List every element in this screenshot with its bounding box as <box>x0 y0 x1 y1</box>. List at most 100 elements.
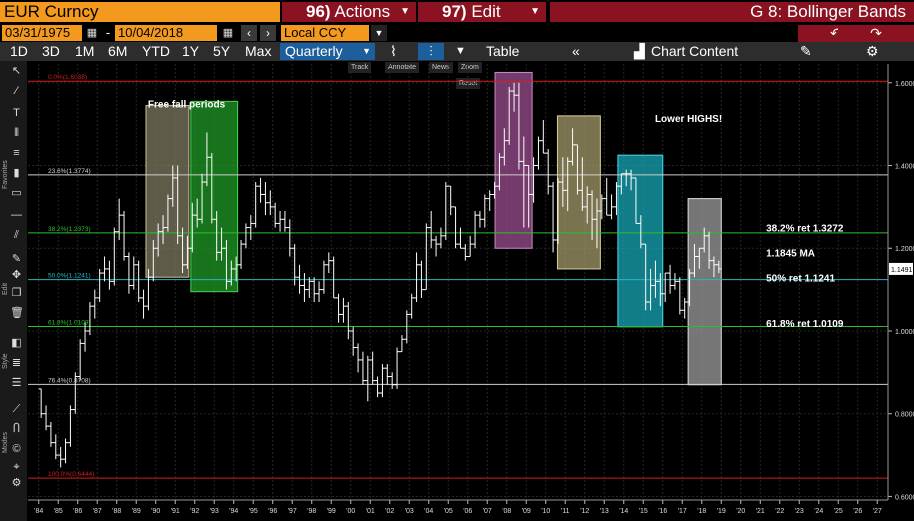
x-tick-label: '11 <box>561 508 570 515</box>
ohlc-bar <box>443 182 449 240</box>
ohlc-bar <box>301 273 307 303</box>
x-tick-label: '90 <box>151 508 160 515</box>
ohlc-bar <box>262 182 268 216</box>
ohlc-bar <box>258 177 264 203</box>
ohlc-bar <box>457 227 463 249</box>
x-tick-label: '88 <box>112 508 121 515</box>
ohlc-bar <box>316 281 322 303</box>
ohlc-bar <box>467 235 473 258</box>
ohlc-bar <box>550 182 556 253</box>
fib-level-label: 61.8%(1.0109) <box>48 319 91 326</box>
ohlc-bar <box>545 148 551 195</box>
ohlc-bar <box>38 388 44 418</box>
x-tick-label: '08 <box>502 508 511 515</box>
ohlc-bar <box>287 219 293 257</box>
x-tick-label: '07 <box>483 508 492 515</box>
ohlc-bar <box>238 239 244 269</box>
ohlc-bar <box>311 277 317 303</box>
ohlc-bar <box>360 351 366 385</box>
ohlc-bar <box>267 190 273 216</box>
ohlc-bar <box>355 343 361 373</box>
ohlc-bar <box>472 211 478 249</box>
x-tick-label: '85 <box>54 508 63 515</box>
ohlc-bar <box>604 177 610 216</box>
ohlc-bar <box>487 190 493 212</box>
ohlc-bar <box>336 293 342 323</box>
ohlc-bar <box>414 252 420 303</box>
ohlc-bar <box>394 347 400 389</box>
ohlc-bar <box>326 252 332 274</box>
ohlc-bar <box>399 335 405 353</box>
chart-annotation: 1.1845 MA <box>766 249 815 260</box>
x-tick-label: '05 <box>444 508 453 515</box>
y-tick-label: 0.6000 <box>895 494 914 501</box>
last-price-label: 1.1491 <box>891 267 913 274</box>
ohlc-bar <box>409 293 415 319</box>
x-tick-label: '97 <box>288 508 297 515</box>
x-tick-label: '26 <box>853 508 862 515</box>
ohlc-bar <box>253 182 259 228</box>
ohlc-bar <box>67 405 73 447</box>
x-tick-label: '94 <box>229 508 238 515</box>
ohlc-bar <box>243 223 249 249</box>
ohlc-bar <box>428 211 434 249</box>
x-tick-label: '20 <box>736 508 745 515</box>
ohlc-bar <box>370 351 376 385</box>
x-tick-label: '98 <box>307 508 316 515</box>
ohlc-bar <box>365 355 371 402</box>
ohlc-bar <box>82 322 88 352</box>
x-tick-label: '01 <box>366 508 375 515</box>
ohlc-bar <box>92 289 98 319</box>
ohlc-bar <box>121 211 127 261</box>
x-tick-label: '04 <box>424 508 433 515</box>
x-tick-label: '18 <box>697 508 706 515</box>
fib-level-label: 76.4%(0.8708) <box>48 377 91 384</box>
x-tick-label: '14 <box>619 508 628 515</box>
ohlc-bar <box>350 326 356 356</box>
fib-level-label: 0.0%(1.6038) <box>48 74 87 81</box>
ohlc-bar <box>48 421 54 447</box>
ohlc-bar <box>438 227 444 249</box>
fib-level-label: 100.0%(0.6444) <box>48 471 94 478</box>
ohlc-bar <box>136 260 142 303</box>
ohlc-bar <box>106 260 112 290</box>
x-tick-label: '13 <box>600 508 609 515</box>
x-tick-label: '99 <box>327 508 336 515</box>
ohlc-bar <box>477 211 483 228</box>
x-tick-label: '21 <box>756 508 765 515</box>
x-tick-label: '17 <box>678 508 687 515</box>
x-tick-label: '87 <box>93 508 102 515</box>
ohlc-bar <box>102 256 108 282</box>
price-chart[interactable]: 0.0%(1.6038) 23.6%(1.3774) 38.2%(1.2373) 50… <box>0 0 914 521</box>
ohlc-bar <box>682 297 688 319</box>
ohlc-bar <box>58 446 64 468</box>
x-tick-label: '92 <box>190 508 199 515</box>
ohlc-bar <box>331 256 337 299</box>
ohlc-bar <box>672 273 678 290</box>
ohlc-bar <box>375 376 381 398</box>
ohlc-bar <box>141 289 147 319</box>
ohlc-bar <box>63 438 69 464</box>
x-tick-label: '86 <box>73 508 82 515</box>
fib-level-label: 50.0%(1.1241) <box>48 273 91 280</box>
ohlc-bar <box>306 277 312 298</box>
ohlc-bar <box>453 206 459 249</box>
y-tick-label: 1.2000 <box>895 246 914 253</box>
ohlc-bar <box>433 235 439 257</box>
x-tick-label: '25 <box>834 508 843 515</box>
chart-annotation: 50% ret 1.1241 <box>766 273 835 284</box>
y-tick-label: 0.8000 <box>895 412 914 419</box>
x-tick-label: '96 <box>268 508 277 515</box>
ohlc-bar <box>131 256 137 290</box>
x-tick-label: '12 <box>580 508 589 515</box>
y-tick-label: 1.0000 <box>895 329 914 336</box>
ohlc-bar <box>43 405 49 431</box>
ohlc-bar <box>282 211 288 232</box>
ohlc-bar <box>321 260 327 294</box>
fib-level-label: 23.6%(1.3774) <box>48 168 91 175</box>
x-tick-label: '10 <box>541 508 550 515</box>
ohlc-bar <box>248 215 254 240</box>
ohlc-bar <box>379 364 385 398</box>
ohlc-bar <box>53 434 59 460</box>
ohlc-bar <box>662 272 668 303</box>
